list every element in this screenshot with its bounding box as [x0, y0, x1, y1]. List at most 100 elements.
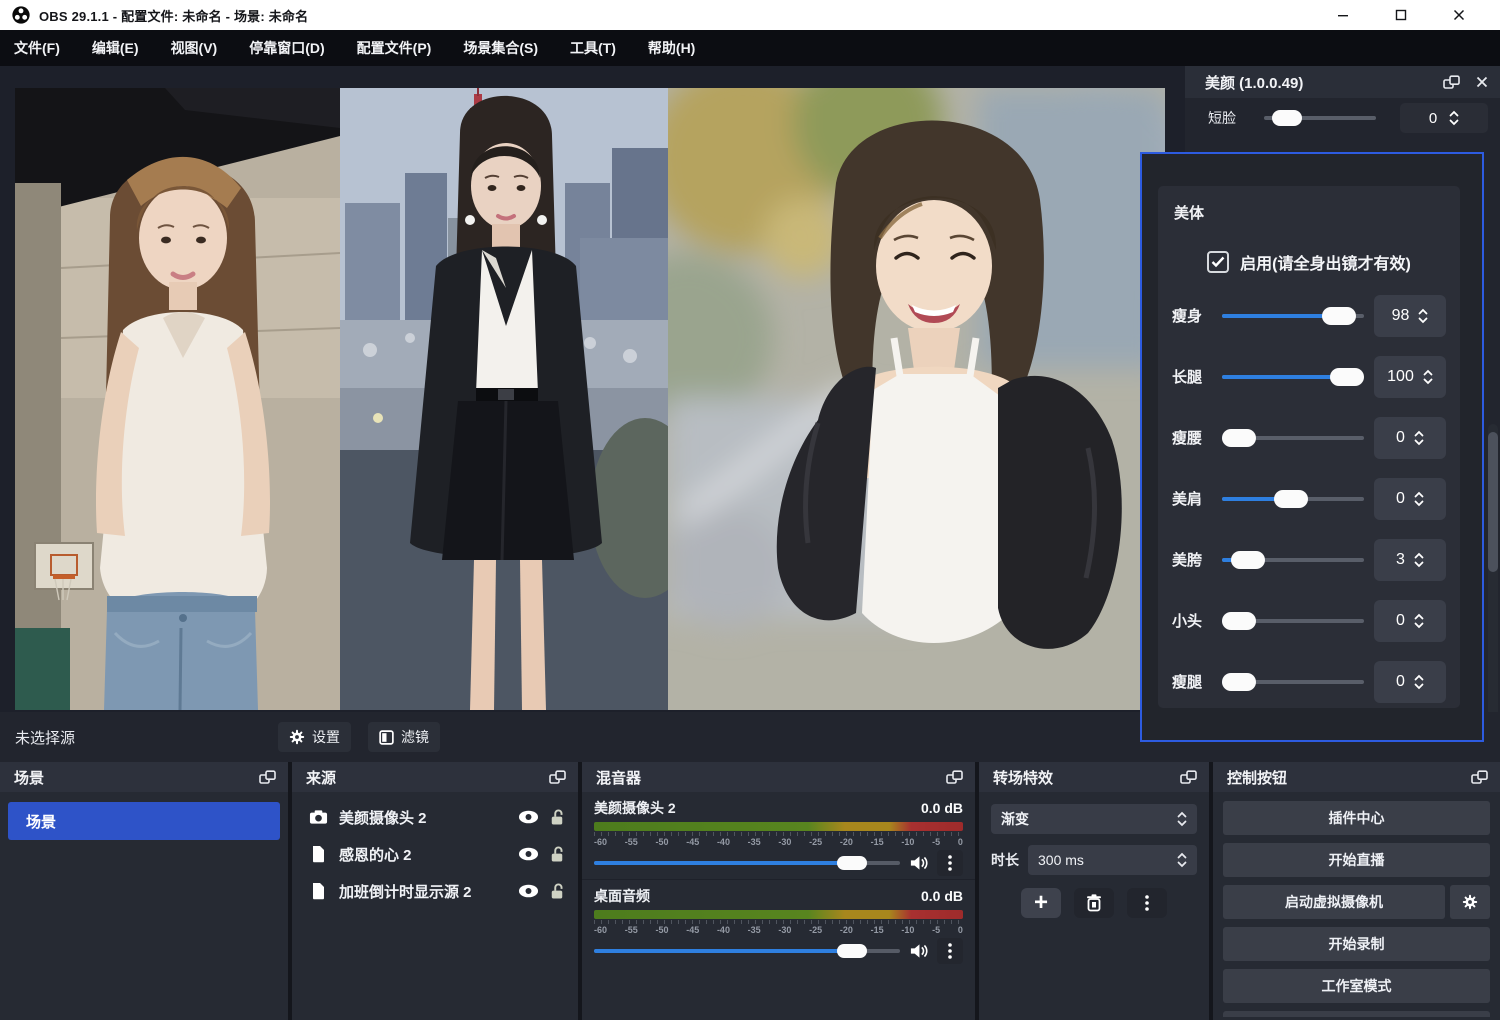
transitions-body: 渐变 时长 300 ms + [979, 792, 1209, 1020]
shoulders-slider[interactable] [1222, 490, 1364, 508]
slim-body-slider[interactable] [1222, 307, 1364, 325]
file-icon [311, 882, 325, 900]
volume-meter [594, 910, 963, 919]
mixer-options-button[interactable] [937, 850, 963, 876]
slim-legs-value: 0 [1396, 673, 1405, 691]
controls-header: 控制按钮 [1213, 762, 1500, 792]
body-beauty-group: 美体 启用(请全身出镜才有效) 瘦身 98 长腿 [1158, 186, 1460, 708]
menu-scene-collection[interactable]: 场景集合(S) [463, 38, 538, 58]
unlock-icon[interactable] [550, 808, 564, 827]
menu-file[interactable]: 文件(F) [14, 38, 60, 58]
menu-profile[interactable]: 配置文件(P) [357, 38, 432, 58]
volume-meter [594, 822, 963, 831]
visibility-eye-icon[interactable] [518, 847, 539, 861]
obs-window: OBS 29.1.1 - 配置文件: 未命名 - 场景: 未命名 文件(F) 编… [0, 0, 1500, 1020]
gear-icon [1462, 894, 1478, 910]
small-head-slider[interactable] [1222, 612, 1364, 630]
duration-spinbox[interactable]: 300 ms [1028, 845, 1197, 875]
scenes-dock: 场景 场景 [0, 762, 288, 1020]
volume-slider[interactable] [594, 944, 900, 958]
shoulders-spinbox[interactable]: 0 [1374, 478, 1446, 520]
speaker-icon[interactable] [909, 855, 928, 871]
source-row-text[interactable]: 感恩的心 2 [292, 837, 578, 871]
popout-dock-icon[interactable] [1471, 770, 1488, 785]
menu-help[interactable]: 帮助(H) [648, 38, 695, 58]
shoulders-value: 0 [1396, 490, 1405, 508]
hips-value: 3 [1396, 551, 1405, 569]
source-settings-button[interactable]: 设置 [278, 722, 351, 752]
slider-label: 美肩 [1172, 488, 1222, 509]
hips-slider[interactable] [1222, 551, 1364, 569]
popout-dock-icon[interactable] [1443, 75, 1460, 90]
popout-dock-icon[interactable] [946, 770, 963, 785]
main-area: 美颜 (1.0.0.49) 短脸 0 [0, 66, 1500, 712]
spin-chevrons-icon[interactable] [1414, 429, 1424, 447]
slim-legs-spinbox[interactable]: 0 [1374, 661, 1446, 703]
transition-select[interactable]: 渐变 [991, 804, 1197, 834]
dock-scrollbar[interactable] [1488, 424, 1498, 746]
virtual-camera-settings-button[interactable] [1450, 885, 1490, 919]
start-virtual-camera-button[interactable]: 启动虚拟摄像机 [1223, 885, 1445, 919]
slider-row-slim-legs: 瘦腿 0 [1172, 651, 1446, 712]
spin-chevrons-icon[interactable] [1414, 673, 1424, 691]
source-row-camera[interactable]: 美颜摄像头 2 [292, 800, 578, 834]
plugin-center-button[interactable]: 插件中心 [1223, 801, 1490, 835]
transition-options-button[interactable] [1127, 888, 1167, 918]
face-slider-row: 短脸 0 [1185, 98, 1500, 138]
start-streaming-button[interactable]: 开始直播 [1223, 843, 1490, 877]
scene-item-selected[interactable]: 场景 [8, 802, 280, 840]
close-dock-icon[interactable] [1476, 76, 1488, 88]
spin-chevrons-icon[interactable] [1414, 551, 1424, 569]
preview-canvas[interactable] [15, 88, 1165, 710]
slim-legs-slider[interactable] [1222, 673, 1364, 691]
visibility-eye-icon[interactable] [518, 810, 539, 824]
popout-dock-icon[interactable] [549, 770, 566, 785]
menu-view[interactable]: 视图(V) [171, 38, 218, 58]
volume-slider[interactable] [594, 856, 900, 870]
minimize-button[interactable] [1314, 0, 1372, 30]
start-recording-button[interactable]: 开始录制 [1223, 927, 1490, 961]
close-button[interactable] [1430, 0, 1488, 30]
menu-docks[interactable]: 停靠窗口(D) [249, 38, 324, 58]
mixer-dock: 混音器 美颜摄像头 2 0.0 dB -60-55-50-45-40-35-30… [582, 762, 975, 1020]
face-slider-label: 短脸 [1208, 108, 1254, 128]
menu-tools[interactable]: 工具(T) [570, 38, 616, 58]
add-transition-button[interactable]: + [1021, 888, 1061, 918]
long-legs-spinbox[interactable]: 100 [1374, 356, 1446, 398]
spin-chevrons-icon[interactable] [1414, 490, 1424, 508]
slider-row-small-head: 小头 0 [1172, 590, 1446, 651]
controls-title: 控制按钮 [1227, 767, 1471, 788]
studio-mode-button[interactable]: 工作室模式 [1223, 969, 1490, 1003]
spin-chevrons-icon[interactable] [1449, 109, 1459, 127]
unlock-icon[interactable] [550, 882, 564, 901]
source-row-countdown[interactable]: 加班倒计时显示源 2 [292, 874, 578, 908]
short-face-slider[interactable] [1264, 110, 1376, 126]
maximize-button[interactable] [1372, 0, 1430, 30]
source-filters-button[interactable]: 滤镜 [368, 722, 440, 752]
slim-waist-slider[interactable] [1222, 429, 1364, 447]
speaker-icon[interactable] [909, 943, 928, 959]
mixer-channel-desktop: 桌面音频 0.0 dB -60-55-50-45-40-35-30-25-20-… [582, 879, 975, 965]
remove-transition-button[interactable] [1074, 888, 1114, 918]
menubar: 文件(F) 编辑(E) 视图(V) 停靠窗口(D) 配置文件(P) 场景集合(S… [0, 30, 1500, 66]
popout-dock-icon[interactable] [259, 770, 276, 785]
small-head-spinbox[interactable]: 0 [1374, 600, 1446, 642]
mixer-options-button[interactable] [937, 938, 963, 964]
spin-chevrons-icon[interactable] [1414, 612, 1424, 630]
hips-spinbox[interactable]: 3 [1374, 539, 1446, 581]
slim-waist-spinbox[interactable]: 0 [1374, 417, 1446, 459]
menu-edit[interactable]: 编辑(E) [92, 38, 139, 58]
popout-dock-icon[interactable] [1180, 770, 1197, 785]
enable-checkbox[interactable] [1207, 251, 1229, 273]
scrollbar-thumb[interactable] [1488, 432, 1498, 572]
slider-row-slim-body: 瘦身 98 [1172, 285, 1446, 346]
long-legs-slider[interactable] [1222, 368, 1364, 386]
unlock-icon[interactable] [550, 845, 564, 864]
spin-chevrons-icon[interactable] [1177, 851, 1187, 869]
spin-chevrons-icon[interactable] [1423, 368, 1433, 386]
settings-button-partial[interactable] [1223, 1011, 1490, 1017]
spin-chevrons-icon[interactable] [1418, 307, 1428, 325]
short-face-spinbox[interactable]: 0 [1400, 103, 1488, 133]
slim-body-spinbox[interactable]: 98 [1374, 295, 1446, 337]
visibility-eye-icon[interactable] [518, 884, 539, 898]
